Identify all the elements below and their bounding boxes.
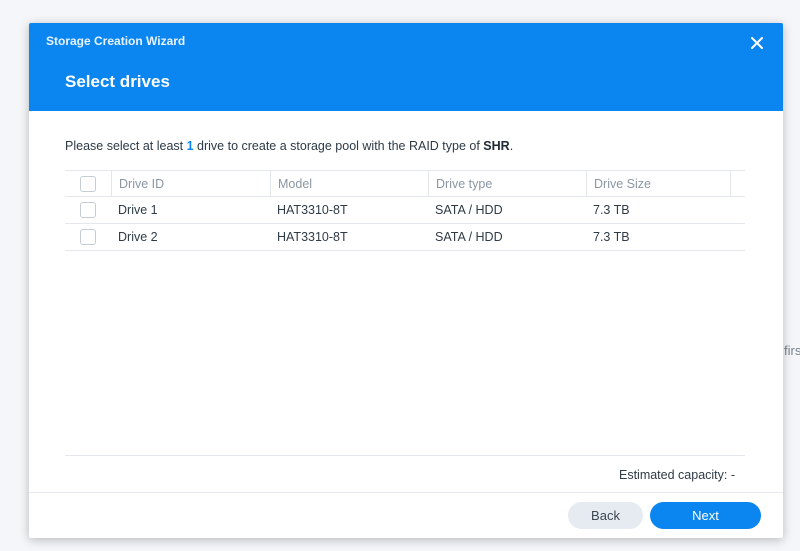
- table-row[interactable]: Drive 1 HAT3310-8T SATA / HDD 7.3 TB: [65, 197, 745, 224]
- background-text-fragment: firs: [784, 343, 800, 358]
- row-check-cell: [65, 224, 111, 250]
- select-all-checkbox[interactable]: [80, 175, 96, 192]
- wizard-title: Storage Creation Wizard: [46, 34, 186, 48]
- step-title: Select drives: [65, 72, 170, 91]
- table-header-row: Drive ID Model Drive type Drive Size: [65, 170, 745, 197]
- column-header-drive-type[interactable]: Drive type: [428, 171, 586, 196]
- drive-table: Drive ID Model Drive type Drive Size Dri…: [65, 170, 745, 251]
- drive-id-cell: Drive 2: [118, 230, 158, 244]
- column-header-model[interactable]: Model: [270, 171, 428, 196]
- raid-type: SHR: [483, 139, 510, 153]
- model-cell: HAT3310-8T: [277, 230, 348, 244]
- instruction-prefix: Please select at least: [65, 139, 187, 153]
- column-header-filler: [730, 171, 745, 196]
- dialog-header: Storage Creation Wizard Select drives: [29, 23, 783, 111]
- minimum-drive-count: 1: [186, 139, 194, 153]
- instruction-middle: drive to create a storage pool with the …: [193, 139, 484, 153]
- next-button[interactable]: Next: [650, 502, 761, 529]
- select-all-cell: [65, 171, 111, 196]
- drive-type-cell: SATA / HDD: [435, 230, 503, 244]
- capacity-divider: [65, 455, 745, 456]
- drive-size-cell: 7.3 TB: [593, 203, 630, 217]
- drive-2-checkbox[interactable]: [80, 229, 96, 245]
- footer-divider: [29, 492, 783, 493]
- drive-type-cell: SATA / HDD: [435, 203, 503, 217]
- column-header-drive-size[interactable]: Drive Size: [586, 171, 730, 196]
- close-button[interactable]: [745, 31, 769, 55]
- model-cell: HAT3310-8T: [277, 203, 348, 217]
- back-button[interactable]: Back: [568, 502, 643, 529]
- row-check-cell: [65, 197, 111, 223]
- storage-creation-wizard-dialog: Storage Creation Wizard Select drives Pl…: [29, 23, 783, 538]
- drive-1-checkbox[interactable]: [80, 202, 96, 218]
- estimated-capacity: Estimated capacity: -: [618, 468, 735, 482]
- instruction-suffix: .: [509, 139, 514, 153]
- column-header-drive-id[interactable]: Drive ID: [111, 171, 270, 196]
- close-icon: [751, 37, 763, 49]
- table-row[interactable]: Drive 2 HAT3310-8T SATA / HDD 7.3 TB: [65, 224, 745, 251]
- instruction-text: Please select at least 1 drive to create…: [65, 139, 513, 153]
- drive-id-cell: Drive 1: [118, 203, 158, 217]
- drive-size-cell: 7.3 TB: [593, 230, 630, 244]
